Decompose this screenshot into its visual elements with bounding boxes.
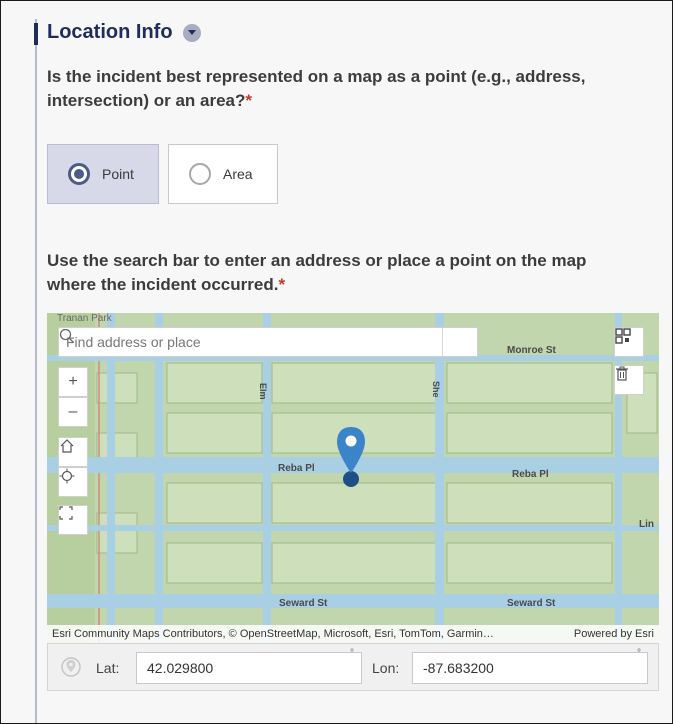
attribution-text: Esri Community Maps Contributors, © Open… <box>52 628 494 640</box>
lon-degree-symbol: ° <box>637 648 641 659</box>
home-button[interactable] <box>58 437 88 467</box>
qr-code-icon <box>615 328 631 344</box>
locate-button[interactable] <box>58 467 88 497</box>
option-area[interactable]: Area <box>168 144 278 204</box>
longitude-input[interactable] <box>412 652 648 684</box>
collapse-button[interactable] <box>182 23 201 42</box>
park-label: Tranan Park <box>57 313 113 324</box>
option-point-label: Point <box>102 166 134 182</box>
coordinate-bar: Lat: ° Lon: ° <box>47 643 659 691</box>
required-mark: * <box>245 91 253 110</box>
title-accent-bar <box>34 23 38 45</box>
zoom-out-button[interactable]: – <box>58 397 88 427</box>
street-label-sheridan: She <box>431 381 441 398</box>
street-label-monroe: Monroe St <box>507 345 557 356</box>
map-attribution: Esri Community Maps Contributors, © Open… <box>47 625 659 643</box>
zoom-in-icon: + <box>68 373 78 390</box>
street-label-elm: Elm <box>258 383 268 400</box>
section-header: Location Info <box>47 21 201 44</box>
required-mark: * <box>278 275 286 294</box>
option-point[interactable]: Point <box>47 144 159 204</box>
trash-icon <box>616 366 628 381</box>
option-area-label: Area <box>223 166 253 182</box>
lat-degree-symbol: ° <box>350 648 354 659</box>
search-button[interactable] <box>59 328 477 356</box>
qr-code-button[interactable] <box>614 327 644 357</box>
map-basemap: Reba Pl Reba Pl Seward St Seward St Monr… <box>47 313 659 643</box>
street-label-seward-east: Seward St <box>507 598 556 609</box>
lon-label: Lon: <box>372 660 400 676</box>
zoom-in-button[interactable]: + <box>58 367 88 397</box>
chevron-down-icon <box>187 30 196 35</box>
map-search-box <box>58 327 478 357</box>
street-label-seward-west: Seward St <box>279 598 328 609</box>
radio-point[interactable] <box>68 163 90 185</box>
search-icon <box>59 328 74 343</box>
question-point-or-area: Is the incident best represented on a ma… <box>47 67 586 110</box>
map-search-input[interactable] <box>59 333 442 351</box>
map-view[interactable]: Reba Pl Reba Pl Seward St Seward St Monr… <box>47 313 659 643</box>
fullscreen-icon <box>59 506 73 520</box>
powered-by-link[interactable]: Powered by Esri <box>574 628 654 640</box>
locate-icon <box>59 468 75 484</box>
form-panel: Location Info Is the incident best repre… <box>0 0 673 724</box>
question-map-location: Use the search bar to enter an address o… <box>47 251 587 294</box>
location-target-icon <box>61 657 81 677</box>
zoom-out-icon: – <box>68 403 78 420</box>
latitude-input[interactable] <box>136 652 362 684</box>
delete-button[interactable] <box>614 365 644 395</box>
street-label-reba-west: Reba Pl <box>278 463 315 474</box>
section-title: Location Info <box>47 21 173 43</box>
street-label-reba-east: Reba Pl <box>512 469 549 480</box>
street-label-lin: Lin <box>639 519 654 530</box>
home-icon <box>60 439 74 453</box>
fullscreen-button[interactable] <box>58 505 88 535</box>
section-rule <box>35 19 37 723</box>
radio-area[interactable] <box>189 163 211 185</box>
lat-label: Lat: <box>96 660 120 676</box>
